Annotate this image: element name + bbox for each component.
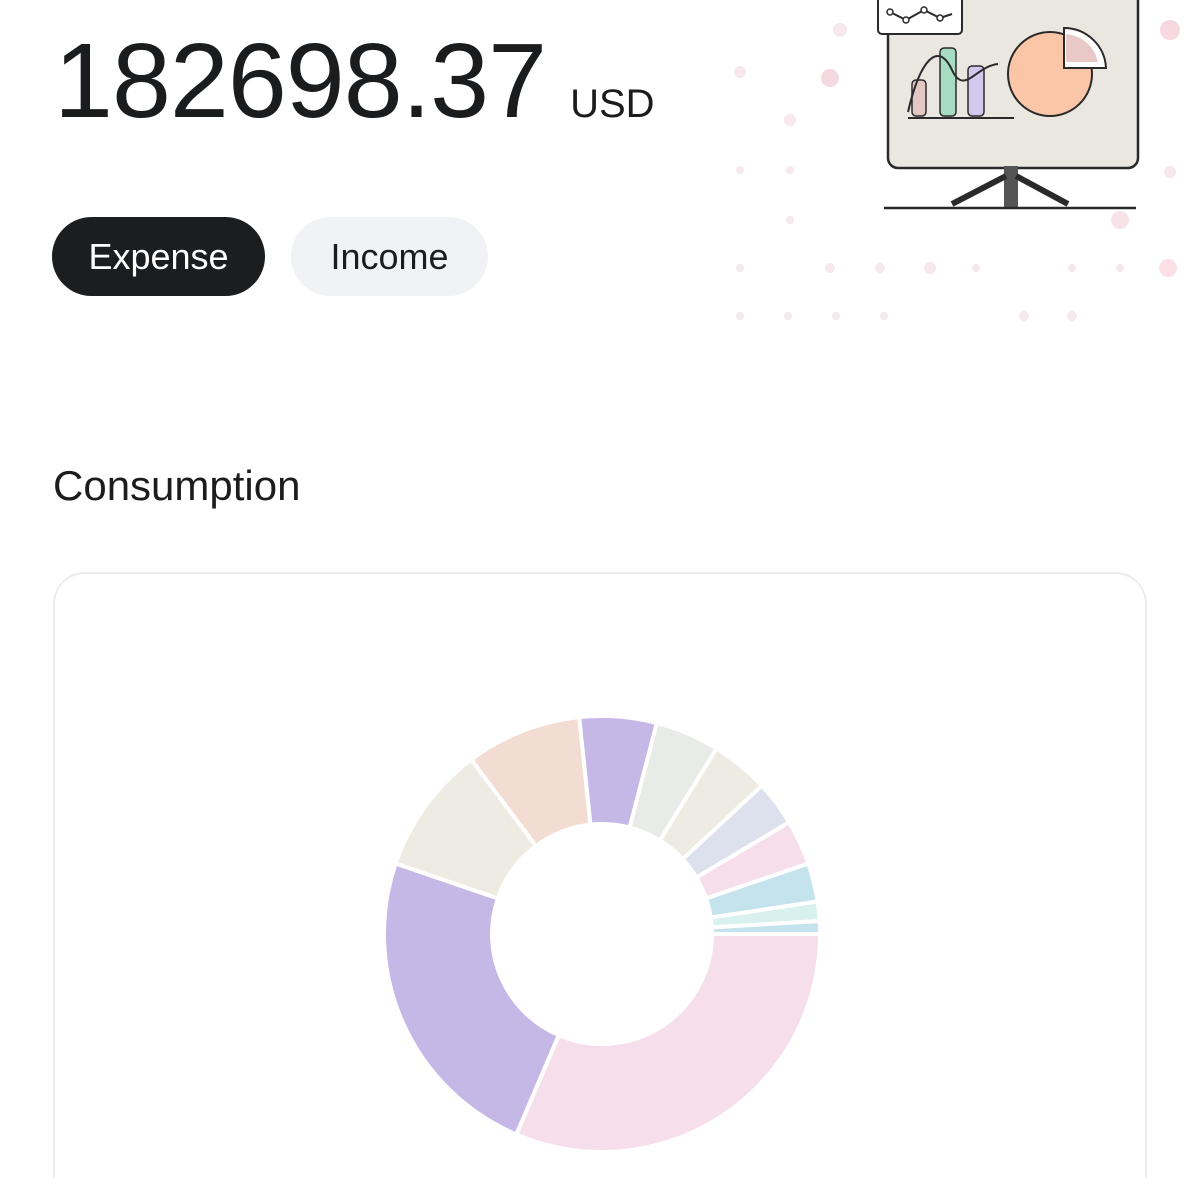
type-toggle: Expense Income xyxy=(52,217,488,296)
balance-amount: 182698.37 xyxy=(54,22,547,140)
chart-card xyxy=(53,572,1147,1178)
donut-slice[interactable] xyxy=(382,861,562,1138)
mini-line-card xyxy=(877,0,963,35)
presentation-board-chart-illustration xyxy=(734,0,1180,321)
app-screen: 182698.37 USD Expense Income Consumption xyxy=(0,0,1200,1178)
donut-slice[interactable] xyxy=(513,932,823,1154)
donut-chart[interactable] xyxy=(55,574,1149,1178)
tab-expense[interactable]: Expense xyxy=(52,217,265,296)
balance-display: 182698.37 USD xyxy=(54,28,655,134)
balance-currency: USD xyxy=(570,82,655,126)
section-title: Consumption xyxy=(53,462,301,509)
tab-income[interactable]: Income xyxy=(291,217,488,296)
